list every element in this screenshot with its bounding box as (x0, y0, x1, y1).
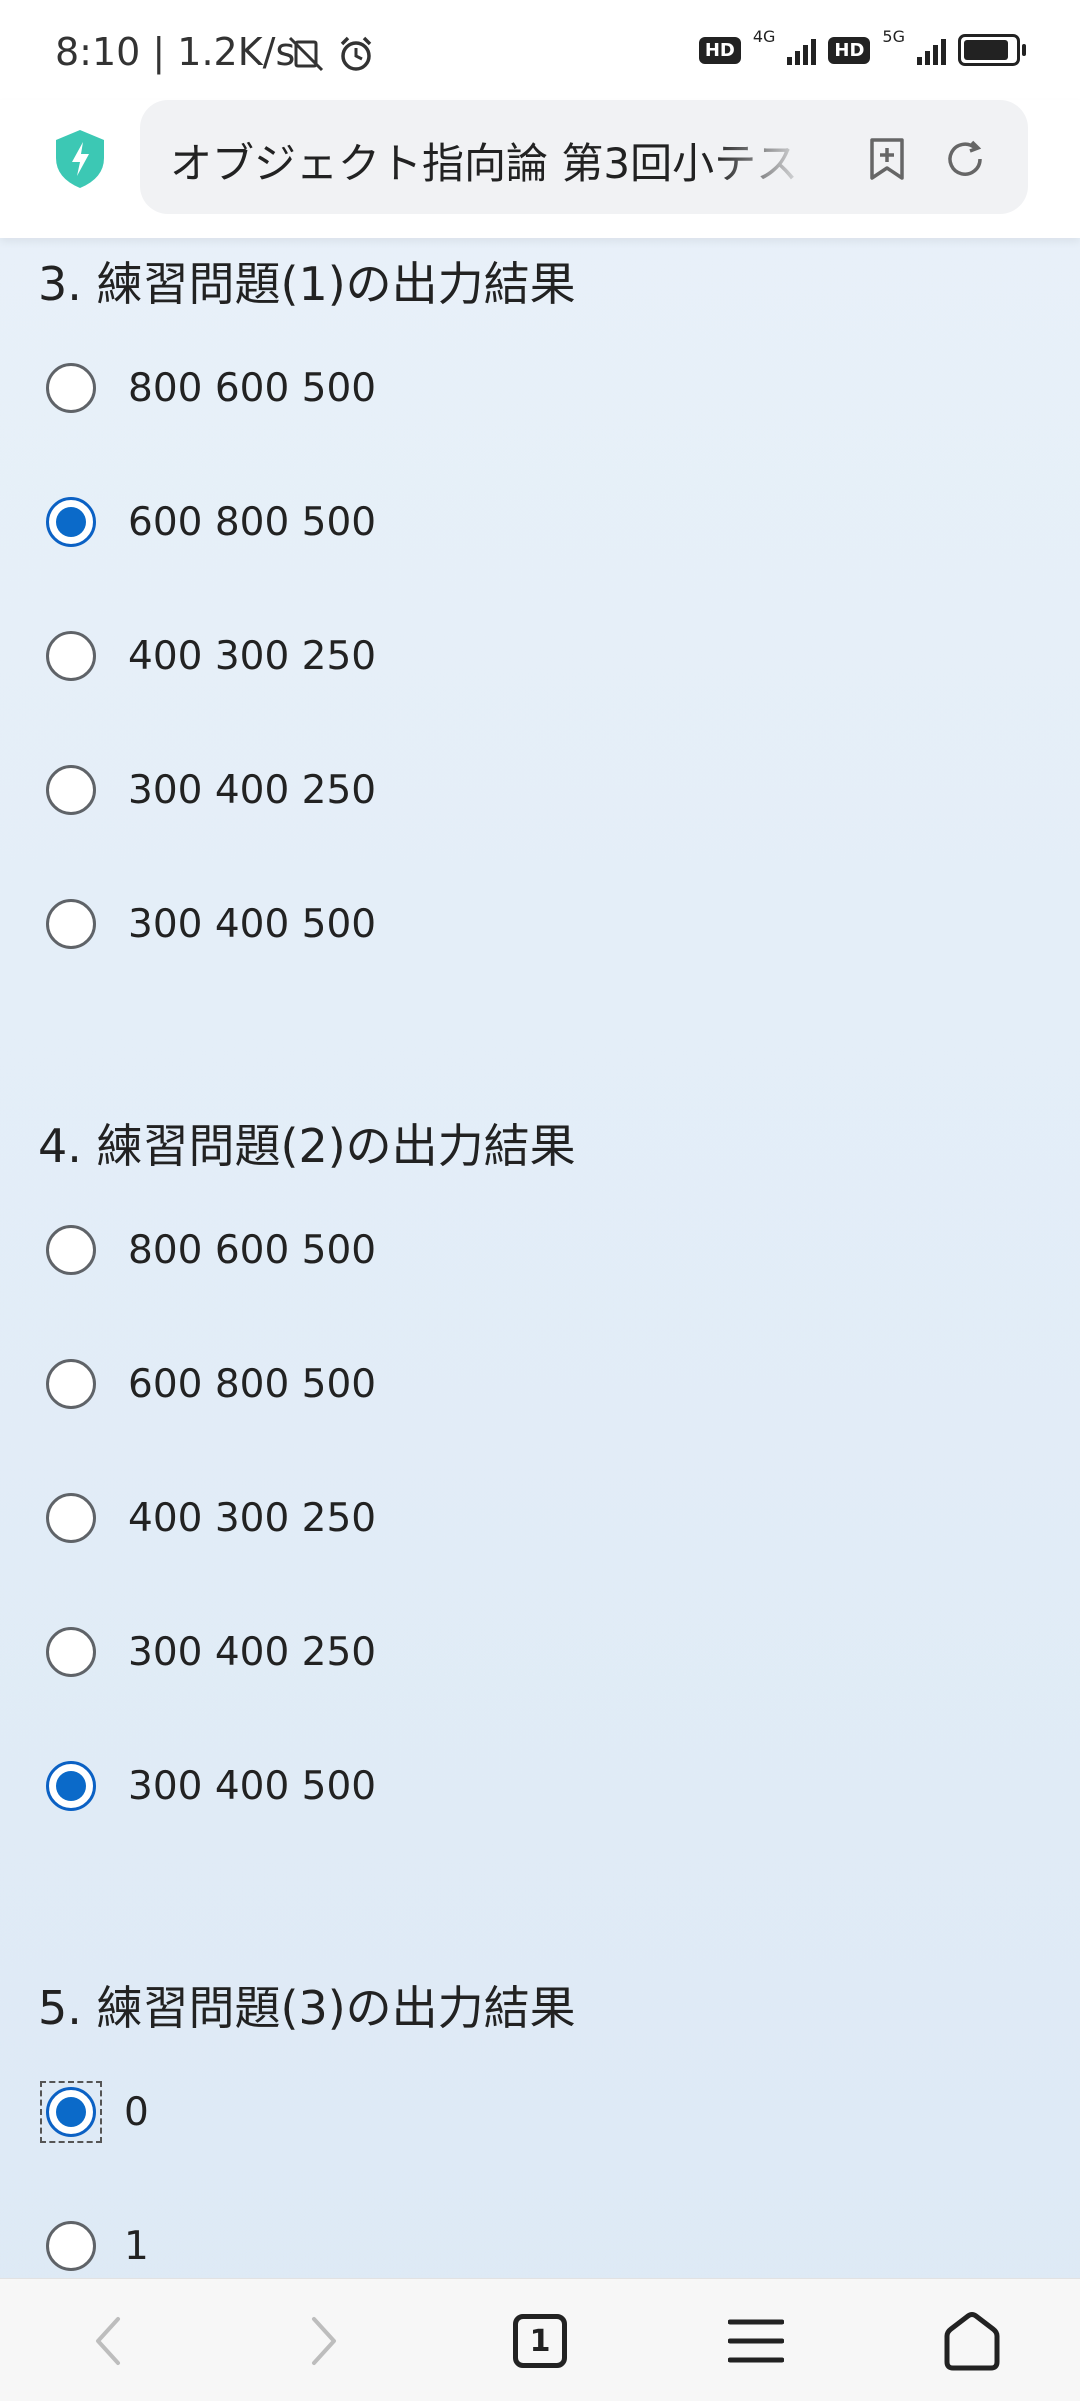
hd-badge-2: HD (828, 36, 871, 64)
network-type-2: 5G (882, 26, 905, 46)
option-label: 300 400 250 (128, 1629, 377, 1675)
option-q4-3[interactable]: 400 300 250 (46, 1488, 376, 1548)
option-label: 800 600 500 (128, 1227, 377, 1273)
refresh-icon[interactable] (942, 136, 988, 182)
battery-icon (958, 34, 1026, 66)
signal-icon (787, 35, 817, 65)
url-field[interactable]: オブジェクト指向論 第3回小テスト (140, 100, 1028, 214)
radio-button[interactable] (46, 1225, 96, 1275)
option-q4-2[interactable]: 600 800 500 (46, 1354, 376, 1414)
forward-button[interactable] (292, 2309, 356, 2373)
radio-button[interactable] (46, 631, 96, 681)
network-type: 4G (752, 26, 776, 46)
option-q3-5[interactable]: 300 400 500 (46, 894, 376, 954)
tabs-button[interactable]: 1 (508, 2309, 572, 2373)
menu-icon (728, 2319, 784, 2363)
add-bookmark-icon[interactable] (864, 136, 910, 182)
question-title: 5. 練習問題(3)の出力結果 (38, 1981, 576, 2035)
option-q3-3[interactable]: 400 300 250 (46, 626, 376, 686)
option-label: 300 400 250 (128, 767, 377, 813)
radio-button[interactable] (46, 363, 96, 413)
menu-button[interactable] (724, 2309, 788, 2373)
radio-button[interactable] (46, 2221, 96, 2271)
radio-button[interactable] (46, 1493, 96, 1543)
option-q3-1[interactable]: 800 600 500 (46, 358, 376, 418)
radio-button[interactable] (46, 1627, 96, 1677)
back-button[interactable] (76, 2309, 140, 2373)
alarm-icon (340, 36, 372, 71)
option-q3-2[interactable]: 600 800 500 (46, 492, 376, 552)
form-content: 3. 練習問題(1)の出力結果 800 600 500 600 800 500 … (0, 238, 1080, 2278)
status-bar: 8:10 | 1.2K/s HD 4G HD 5G (0, 0, 1080, 100)
chevron-left-icon (96, 2317, 120, 2365)
option-label: 1 (124, 2223, 149, 2269)
address-bar: オブジェクト指向論 第3回小テスト (0, 100, 1080, 238)
radio-button-selected[interactable] (46, 497, 96, 547)
option-q5-2[interactable]: 1 (46, 2216, 149, 2276)
question-title: 3. 練習問題(1)の出力結果 (38, 257, 576, 311)
option-q3-4[interactable]: 300 400 250 (46, 760, 376, 820)
page-title-text: オブジェクト指向論 第3回小テスト (170, 139, 810, 188)
question-title: 4. 練習問題(2)の出力結果 (38, 1119, 576, 1173)
option-label: 400 300 250 (128, 633, 377, 679)
tabs-count-icon: 1 (513, 2314, 567, 2368)
option-label: 0 (124, 2089, 149, 2135)
tab-count: 1 (529, 2323, 551, 2359)
option-label: 600 800 500 (128, 499, 377, 545)
option-q4-5[interactable]: 300 400 500 (46, 1756, 376, 1816)
radio-button-selected[interactable] (46, 2087, 96, 2137)
signal-icon-2 (917, 35, 946, 65)
radio-button[interactable] (46, 1359, 96, 1409)
option-label: 600 800 500 (128, 1361, 377, 1407)
hd-badge: HD (698, 36, 741, 64)
bottom-navigation: 1 (0, 2278, 1080, 2401)
radio-button-selected[interactable] (46, 1761, 96, 1811)
status-right-icons: HD 4G HD 5G (698, 27, 1026, 66)
radio-button[interactable] (46, 765, 96, 815)
home-button[interactable] (940, 2309, 1004, 2373)
option-label: 400 300 250 (128, 1495, 377, 1541)
status-notification-icons (286, 34, 376, 74)
chevron-right-icon (312, 2317, 336, 2365)
option-q4-4[interactable]: 300 400 250 (46, 1622, 376, 1682)
radio-button[interactable] (46, 899, 96, 949)
vibrate-off-icon (288, 36, 324, 72)
option-q5-1[interactable]: 0 (40, 2081, 149, 2143)
option-label: 300 400 500 (128, 1763, 377, 1809)
status-time: 8:10 | 1.2K/s (55, 30, 296, 74)
option-q4-1[interactable]: 800 600 500 (46, 1220, 376, 1280)
option-label: 300 400 500 (128, 901, 377, 947)
option-label: 800 600 500 (128, 365, 377, 411)
home-icon (944, 2312, 1000, 2371)
security-shield-icon[interactable] (52, 128, 108, 190)
